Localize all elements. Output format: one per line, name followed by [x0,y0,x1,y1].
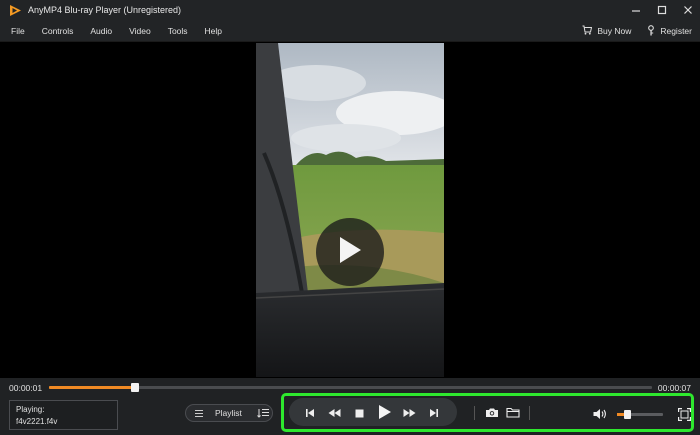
control-bar: 00:00:01 00:00:07 Playing: f4v2221.f4v P… [0,378,700,435]
title-bar: AnyMP4 Blu-ray Player (Unregistered) [0,0,700,20]
now-playing-box: Playing: f4v2221.f4v [9,400,118,430]
play-icon [337,235,363,270]
rewind-icon[interactable] [326,406,342,420]
total-time: 00:00:07 [657,383,691,393]
divider [529,406,530,420]
playlist-order-icon[interactable] [257,408,269,418]
close-icon[interactable] [682,4,694,16]
skip-next-icon[interactable] [427,406,441,420]
current-time: 00:00:01 [9,383,43,393]
seek-bar-handle[interactable] [131,383,140,392]
fast-forward-icon[interactable] [401,406,417,420]
stop-icon[interactable] [352,406,366,420]
volume-slider-handle[interactable] [624,410,632,419]
window-title: AnyMP4 Blu-ray Player (Unregistered) [28,5,182,15]
menu-bar: File Controls Audio Video Tools Help Buy… [0,20,700,42]
divider [474,406,475,420]
anymp4-logo-icon [8,3,22,17]
menu-file[interactable]: File [11,26,25,36]
maximize-icon[interactable] [656,4,668,16]
cart-icon [582,25,593,37]
buy-now-button[interactable]: Buy Now [582,25,631,37]
play-icon[interactable] [376,403,394,421]
camera-icon[interactable] [484,405,500,419]
big-play-button[interactable] [316,218,384,286]
folder-icon[interactable] [505,405,521,419]
menu-controls[interactable]: Controls [42,26,74,36]
video-frame [256,43,444,377]
minimize-icon[interactable] [630,4,642,16]
volume-slider[interactable] [617,410,663,419]
playlist-label: Playlist [215,408,242,418]
skip-previous-icon[interactable] [303,406,317,420]
playing-label: Playing: [16,405,45,414]
register-button[interactable]: Register [647,24,692,38]
register-label: Register [660,26,692,36]
seek-bar[interactable] [49,383,652,392]
seek-bar-fill [49,386,136,389]
menu-audio[interactable]: Audio [90,26,112,36]
menu-video[interactable]: Video [129,26,151,36]
playing-file-name: f4v2221.f4v [16,417,58,426]
playlist-button[interactable]: Playlist [185,404,273,422]
list-icon [195,409,203,417]
menu-help[interactable]: Help [205,26,222,36]
fullscreen-icon[interactable] [676,406,692,422]
video-area[interactable] [0,42,700,378]
buy-now-label: Buy Now [597,26,632,36]
menu-tools[interactable]: Tools [168,26,188,36]
key-icon [647,24,655,38]
volume-icon[interactable] [592,407,608,421]
